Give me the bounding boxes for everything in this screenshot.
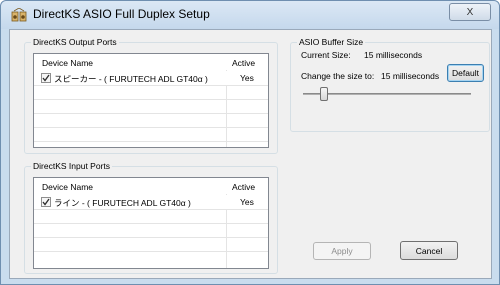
change-size-label: Change the size to:	[301, 71, 375, 81]
checkmark-icon	[42, 198, 50, 206]
input-ports-list[interactable]: Device Name Active ライン - ( FURUTECH ADL …	[33, 177, 269, 269]
grid-line	[34, 223, 268, 224]
column-header-active[interactable]: Active	[232, 182, 255, 192]
close-button[interactable]: X	[449, 3, 491, 21]
input-port-checkbox[interactable]	[41, 197, 51, 207]
output-ports-header: Device Name Active	[34, 54, 268, 70]
asio-buffer-group: ASIO Buffer Size Current Size: 15 millis…	[290, 37, 490, 132]
change-size-value: 15 milliseconds	[381, 71, 440, 81]
input-ports-header: Device Name Active	[34, 178, 268, 194]
buffer-size-slider-track[interactable]	[303, 93, 471, 95]
current-size-value: 15 milliseconds	[364, 50, 423, 60]
dialog-window: DirectKS ASIO Full Duplex Setup X Direct…	[0, 0, 500, 285]
title-bar[interactable]: DirectKS ASIO Full Duplex Setup X	[1, 1, 499, 29]
current-size-label: Current Size:	[301, 50, 351, 60]
output-ports-group: DirectKS Output Ports Device Name Active…	[24, 37, 278, 154]
grid-line	[34, 237, 268, 238]
grid-line	[34, 113, 268, 114]
close-icon: X	[466, 6, 474, 18]
output-ports-list[interactable]: Device Name Active スピーカー - ( FURUTECH AD…	[33, 53, 269, 148]
cancel-button-label: Cancel	[415, 245, 443, 256]
apply-button-label: Apply	[331, 246, 353, 256]
dialog-client-area: DirectKS Output Ports Device Name Active…	[9, 29, 492, 279]
default-button-label: Default	[452, 68, 479, 78]
column-header-device-name[interactable]: Device Name	[42, 182, 93, 192]
grid-line	[34, 209, 268, 210]
speaker-app-icon	[11, 7, 27, 22]
column-header-active[interactable]: Active	[232, 58, 255, 68]
grid-line	[34, 127, 268, 128]
asio-buffer-label: ASIO Buffer Size	[297, 37, 366, 47]
output-ports-label: DirectKS Output Ports	[31, 37, 119, 47]
cancel-button[interactable]: Cancel	[400, 241, 458, 260]
grid-line	[34, 85, 268, 86]
column-header-device-name[interactable]: Device Name	[42, 58, 93, 68]
apply-button[interactable]: Apply	[313, 242, 371, 260]
output-port-active: Yes	[240, 73, 254, 83]
output-port-checkbox[interactable]	[41, 73, 51, 83]
window-title: DirectKS ASIO Full Duplex Setup	[33, 7, 210, 21]
default-button[interactable]: Default	[447, 64, 484, 82]
input-port-active: Yes	[240, 197, 254, 207]
grid-line	[34, 251, 268, 252]
input-port-row[interactable]: ライン - ( FURUTECH ADL GT40α ) Yes	[34, 195, 268, 209]
checkmark-icon	[42, 74, 50, 82]
output-port-row[interactable]: スピーカー - ( FURUTECH ADL GT40α ) Yes	[34, 71, 268, 85]
buffer-size-slider-thumb[interactable]	[319, 87, 328, 101]
input-port-name: ライン - ( FURUTECH ADL GT40α )	[54, 198, 191, 208]
grid-line	[34, 99, 268, 100]
input-ports-group: DirectKS Input Ports Device Name Active …	[24, 161, 278, 274]
input-ports-label: DirectKS Input Ports	[31, 161, 113, 171]
grid-line	[34, 141, 268, 142]
output-port-name: スピーカー - ( FURUTECH ADL GT40α )	[54, 74, 208, 84]
